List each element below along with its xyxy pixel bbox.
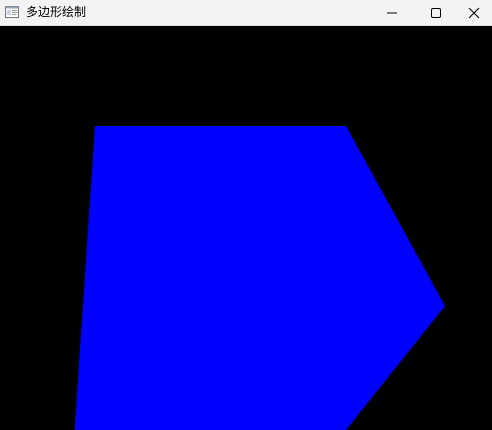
app-window-icon (4, 4, 20, 20)
window-title: 多边形绘制 (26, 5, 87, 19)
canvas-svg (75, 126, 445, 430)
minimize-icon (387, 12, 397, 14)
close-icon (468, 7, 480, 19)
maximize-icon (431, 8, 441, 18)
drawing-canvas[interactable] (0, 26, 492, 430)
app-window: 多边形绘制 (0, 0, 492, 430)
minimize-button[interactable] (370, 0, 414, 26)
close-button[interactable] (456, 0, 492, 26)
maximize-button[interactable] (414, 0, 458, 26)
title-bar[interactable]: 多边形绘制 (0, 0, 492, 26)
blue-polygon (75, 126, 445, 430)
